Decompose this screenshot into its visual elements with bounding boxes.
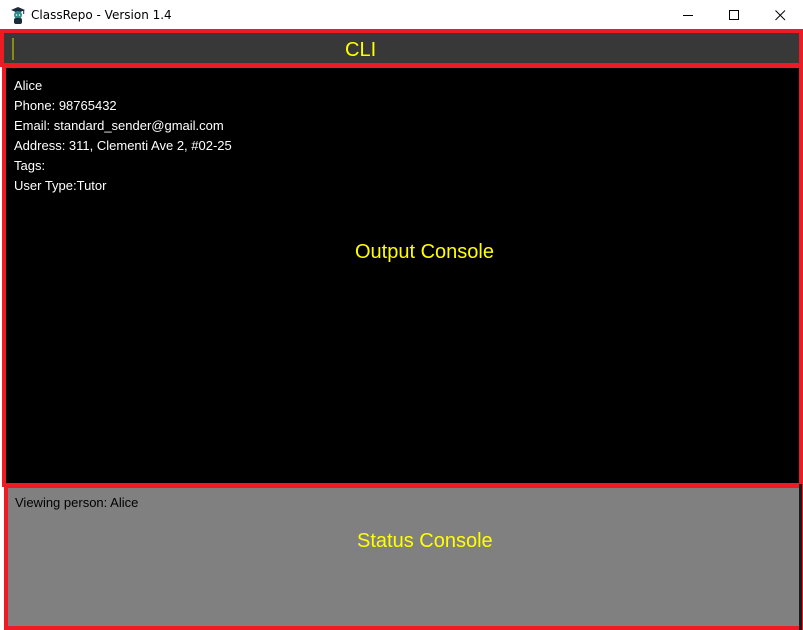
cli-panel: CLI (0, 29, 803, 67)
status-console-annotation-label: Status Console (357, 530, 493, 552)
cli-annotation-label: CLI (345, 39, 377, 61)
output-lines: Alice Phone: 98765432 Email: standard_se… (14, 76, 232, 196)
maximize-icon (728, 9, 740, 21)
status-message: Viewing person: Alice (15, 495, 139, 510)
close-button[interactable] (757, 0, 803, 30)
close-icon (774, 9, 786, 21)
student-mascot-icon (10, 6, 26, 24)
command-input[interactable] (16, 35, 776, 61)
output-console[interactable]: Alice Phone: 98765432 Email: standard_se… (2, 64, 803, 487)
minimize-button[interactable] (665, 0, 711, 30)
output-line-address: Address: 311, Clementi Ave 2, #02-25 (14, 138, 232, 153)
text-cursor (12, 38, 14, 60)
minimize-icon (682, 10, 694, 21)
output-line-tags: Tags: (14, 158, 46, 173)
output-console-annotation-label: Output Console (355, 241, 494, 263)
window-title: ClassRepo - Version 1.4 (31, 8, 172, 22)
app-window: ClassRepo - Version 1.4 CLI Alice Phone:… (0, 0, 803, 630)
output-line-name: Alice (14, 78, 43, 93)
status-scroll-edge (799, 484, 802, 630)
maximize-button[interactable] (711, 0, 757, 30)
output-line-user-type: User Type:Tutor (14, 178, 107, 193)
output-line-phone: Phone: 98765432 (14, 98, 117, 113)
output-line-email: Email: standard_sender@gmail.com (14, 118, 224, 133)
title-bar[interactable]: ClassRepo - Version 1.4 (0, 0, 803, 30)
status-console[interactable]: Viewing person: Alice Status Console (4, 484, 803, 630)
